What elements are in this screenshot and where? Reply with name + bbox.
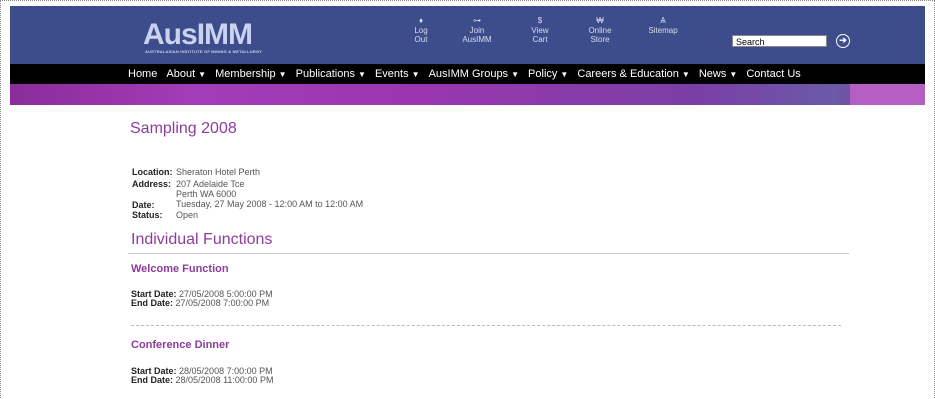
section-divider	[128, 253, 849, 254]
nav-policy[interactable]: Policy ▼	[528, 64, 568, 85]
online-store-link[interactable]: ₩ Online Store	[575, 16, 625, 44]
caret-down-icon: ▼	[198, 70, 207, 79]
log-out-link[interactable]: ♦ Log Out	[396, 16, 446, 44]
function-divider	[131, 325, 841, 326]
caret-down-icon: ▼	[357, 70, 366, 79]
caret-down-icon: ▼	[411, 70, 420, 79]
search-input[interactable]: Search	[732, 35, 827, 47]
page-title: Sampling 2008	[130, 120, 237, 137]
location-label: Location:	[132, 167, 173, 177]
functions-heading: Individual Functions	[131, 231, 273, 248]
caret-down-icon: ▼	[560, 70, 569, 79]
address-label: Address:	[132, 179, 172, 189]
store-icon: ₩	[596, 16, 604, 25]
caret-down-icon: ▼	[681, 70, 690, 79]
view-cart-link[interactable]: $ View Cart	[515, 16, 565, 44]
site-header: AusIMM Australasian Institute of Mining …	[10, 6, 925, 64]
function-title-dinner[interactable]: Conference Dinner	[131, 339, 229, 351]
nav-news[interactable]: News ▼	[699, 64, 737, 85]
nav-membership[interactable]: Membership ▼	[215, 64, 286, 85]
status-value: Open	[176, 210, 199, 220]
address-line1: 207 Adelaide Tce	[176, 179, 245, 189]
nav-events[interactable]: Events ▼	[375, 64, 420, 85]
search-go-button[interactable]: ➔	[836, 34, 850, 48]
arrow-right-icon: ➔	[839, 35, 847, 45]
sitemap-link[interactable]: Ѧ Sitemap	[638, 16, 688, 35]
caret-down-icon: ▼	[278, 70, 287, 79]
cart-icon: $	[537, 16, 543, 25]
function-end-date: End Date: 27/05/2008 7:00:00 PM	[131, 298, 270, 308]
join-ausimm-link[interactable]: ⊶ Join AusIMM	[452, 16, 502, 44]
date-label: Date:	[132, 200, 155, 210]
date-value: Tuesday, 27 May 2008 - 12:00 AM to 12:00…	[176, 199, 364, 209]
join-icon: ⊶	[473, 16, 481, 25]
log-out-icon: ♦	[418, 16, 424, 25]
caret-down-icon: ▼	[729, 70, 738, 79]
purple-banner	[10, 84, 925, 105]
banner-highlight	[850, 84, 925, 105]
nav-items: Home About ▼ Membership ▼ Publications ▼ Ev…	[128, 64, 807, 84]
location-value: Sheraton Hotel Perth	[176, 167, 261, 177]
address-line2: Perth WA 6000	[176, 189, 237, 199]
nav-ausimm-groups[interactable]: AusIMM Groups ▼	[429, 64, 519, 85]
function-end-date: End Date: 28/05/2008 11:00:00 PM	[131, 375, 274, 385]
nav-home[interactable]: Home	[128, 64, 157, 84]
function-title-welcome[interactable]: Welcome Function	[131, 263, 229, 275]
nav-publications[interactable]: Publications ▼	[296, 64, 366, 85]
main-nav: Home About ▼ Membership ▼ Publications ▼ Ev…	[10, 64, 925, 84]
caret-down-icon: ▼	[511, 70, 519, 79]
nav-contact-us[interactable]: Contact Us	[746, 64, 800, 84]
sitemap-icon: Ѧ	[660, 16, 666, 25]
nav-careers-education[interactable]: Careers & Education ▼	[577, 64, 689, 85]
nav-about[interactable]: About ▼	[166, 64, 206, 85]
status-label: Status:	[132, 210, 163, 220]
